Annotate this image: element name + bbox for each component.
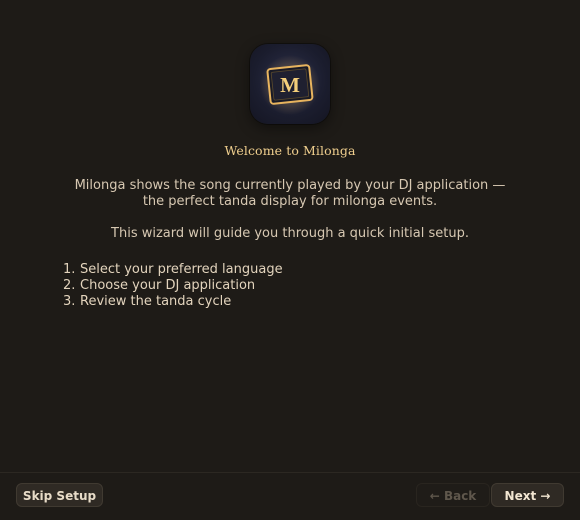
wizard-footer: Skip Setup ← Back Next →: [0, 472, 580, 520]
arrow-right-icon: →: [540, 489, 551, 503]
next-button-label: Next: [504, 489, 537, 503]
step-number: 2.: [63, 278, 76, 293]
wizard-intro: This wizard will guide you through a qui…: [111, 226, 469, 241]
list-item: 1. Select your preferred language: [63, 262, 283, 278]
step-number: 1.: [63, 262, 76, 277]
page-title: Welcome to Milonga: [224, 143, 356, 158]
back-button[interactable]: ← Back: [416, 483, 490, 507]
skip-setup-button[interactable]: Skip Setup: [16, 483, 103, 507]
step-label: Choose your DJ application: [80, 278, 256, 293]
description-line-1: Milonga shows the song currently played …: [74, 178, 506, 193]
app-logo-graphic: M: [260, 55, 320, 115]
description: Milonga shows the song currently played …: [70, 178, 510, 242]
arrow-left-icon: ←: [429, 489, 440, 503]
welcome-page: M Welcome to Milonga Milonga shows the s…: [0, 0, 580, 472]
list-item: 2. Choose your DJ application: [63, 278, 283, 294]
milonga-app-icon: M: [250, 44, 330, 124]
logo-letter: M: [280, 73, 300, 97]
back-button-label: Back: [443, 489, 477, 503]
step-label: Review the tanda cycle: [80, 294, 232, 309]
step-number: 3.: [63, 294, 76, 309]
next-button[interactable]: Next →: [491, 483, 564, 507]
list-item: 3. Review the tanda cycle: [63, 294, 283, 310]
setup-steps-list: 1. Select your preferred language 2. Choos…: [63, 262, 283, 310]
step-label: Select your preferred language: [80, 262, 283, 277]
description-line-2: the perfect tanda display for milonga ev…: [142, 194, 438, 209]
